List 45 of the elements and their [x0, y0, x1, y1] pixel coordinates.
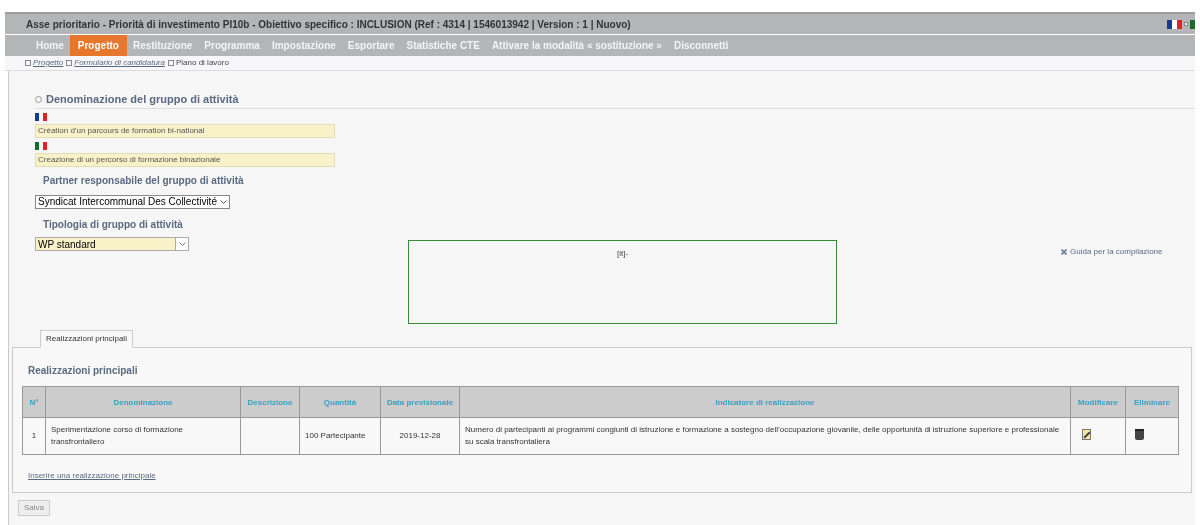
expand-icon	[66, 60, 73, 66]
save-button[interactable]: Salva	[18, 500, 50, 516]
expand-icon	[167, 60, 174, 66]
separator-icon	[1184, 22, 1188, 26]
column-header: Modificare	[1070, 386, 1126, 418]
close-icon	[1061, 249, 1067, 255]
trash-icon[interactable]	[1135, 428, 1144, 440]
text-field[interactable]: Création d'un parcours de formation bi-national	[35, 124, 335, 138]
chevron-icon	[178, 242, 186, 246]
guide-link[interactable]: Guida per la compilazione	[1070, 246, 1163, 258]
text-editor[interactable]: [it]-	[408, 240, 837, 324]
field-label: Partner responsabile del gruppo di attività	[43, 174, 245, 188]
column-header: Indicatore di realizzazione	[459, 386, 1071, 418]
field-label: Tipologia di gruppo di attività	[43, 218, 184, 232]
breadcrumb-item[interactable]: Piano di lavoro	[175, 57, 229, 69]
table-cell: Numero di partecipanti ai programmi congiunti di istruzione e formazione a sostegno dell’occupazione giovanile, delle opportunità di istruzione superiore e professionale su scala transfrontaliera	[459, 417, 1071, 455]
table-cell: 1	[22, 417, 46, 455]
page-title: Asse prioritario - Priorità di investimento PI10b - Obiettivo specifico : INCLUSION (Ref : 4314 | 1546013942 | Version : 1 | Nuovo)	[26, 17, 631, 32]
table-cell: 100 Partecipante	[299, 417, 381, 455]
section-title: Denominazione del gruppo di attività	[46, 92, 239, 108]
column-header: Quantità	[299, 386, 381, 418]
nav-tab[interactable]: Progetto	[69, 35, 127, 56]
partner-dropdown[interactable]: Syndicat Intercommunal Des Collectivité	[35, 194, 230, 209]
column-header: Data previsionale	[380, 386, 460, 418]
chevron-icon	[219, 199, 227, 204]
expand-icon	[25, 60, 31, 66]
italian-flag-icon	[35, 142, 49, 150]
column-header: Eliminare	[1125, 386, 1179, 418]
column-header: Descrizione	[240, 386, 300, 418]
table-cell: Sperimentazione corso di formazione transfrontaliero	[45, 417, 241, 455]
edit-icon[interactable]	[1082, 428, 1091, 440]
text-field[interactable]: Creazione di un percorso di formazione binazionale	[35, 153, 335, 167]
panel-title: Realizzazioni principali	[28, 364, 139, 378]
chevron-button[interactable]	[175, 238, 188, 250]
french-flag-icon	[35, 113, 49, 121]
breadcrumb-link[interactable]: Formulario di candidatura	[74, 57, 165, 69]
breadcrumb-link[interactable]: Progetto	[33, 57, 64, 69]
panel-tab[interactable]: Realizzazioni principali	[40, 330, 133, 348]
type-dropdown[interactable]: WP standard	[35, 237, 189, 251]
column-header: N°	[22, 386, 46, 418]
column-header: Denominazione	[45, 386, 241, 418]
italian-flag-icon[interactable]	[1190, 19, 1195, 29]
add-link[interactable]: Inserire una realizzazione principale	[28, 470, 1191, 482]
french-flag-icon[interactable]	[1167, 19, 1182, 29]
table-cell: 2019-12-28	[380, 417, 460, 455]
